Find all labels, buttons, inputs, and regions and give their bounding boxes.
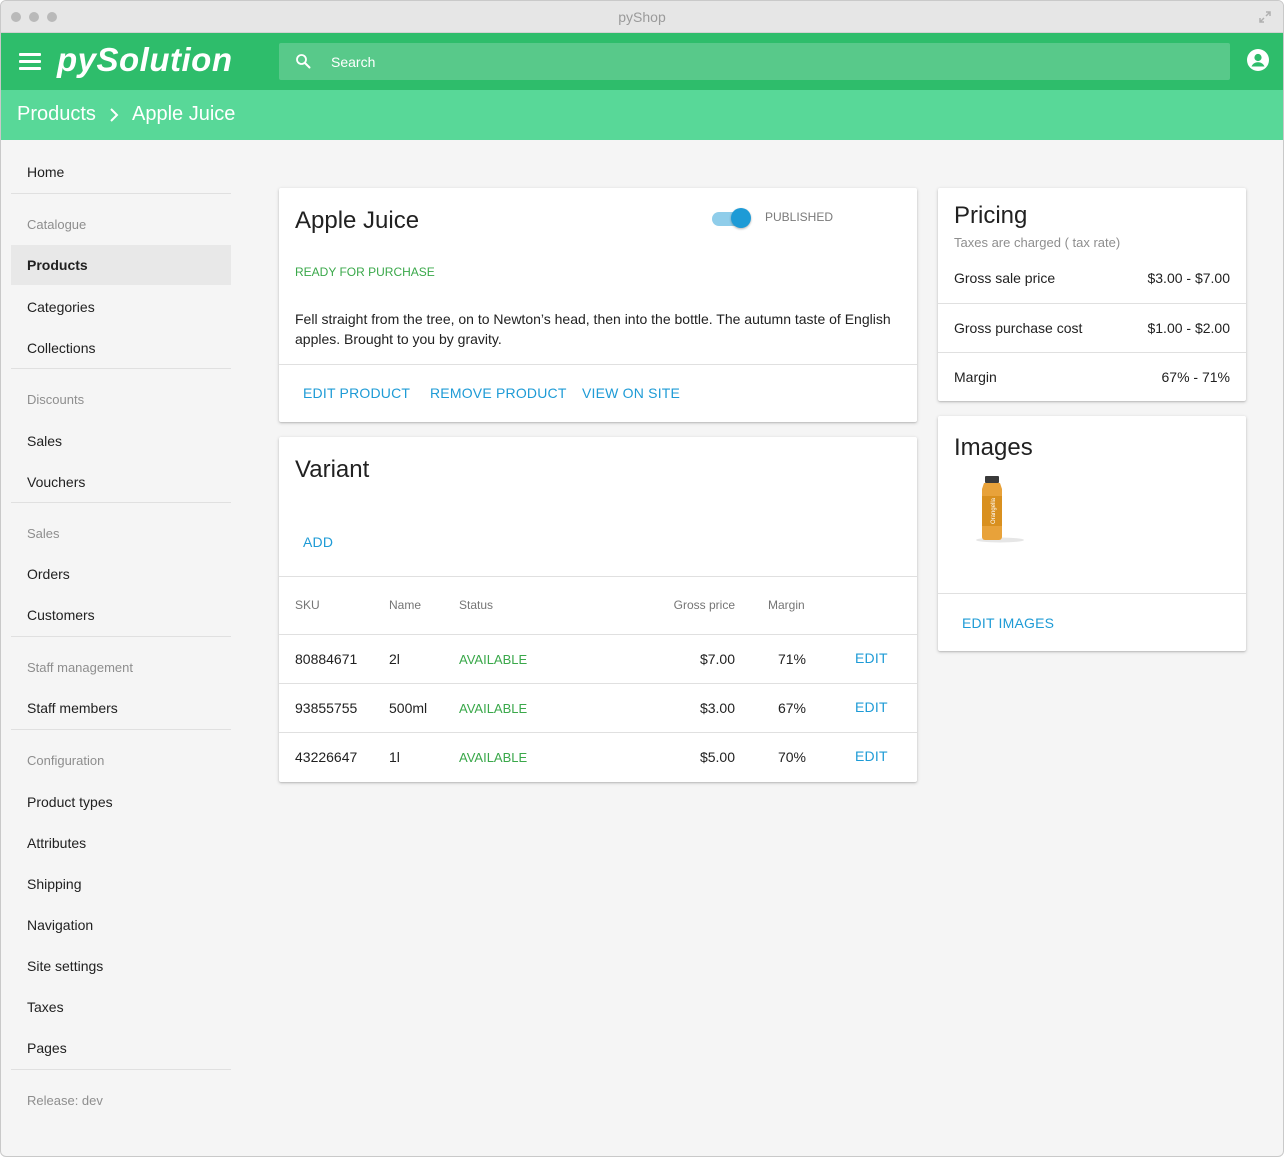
product-description: Fell straight from the tree, on to Newto…: [295, 311, 891, 347]
fullscreen-icon[interactable]: [1259, 11, 1271, 23]
gross-sale-price-value: $3.00 - $7.00: [1147, 270, 1230, 286]
sidebar-item-site-settings[interactable]: Site settings: [11, 946, 231, 986]
column-header-sku: SKU: [295, 598, 320, 612]
variant-gross-price: $7.00: [699, 651, 735, 667]
app-window: pyShop pySolution Products Apple Juice: [0, 0, 1284, 1157]
remove-product-button[interactable]: REMOVE PRODUCT: [430, 385, 567, 401]
pricing-title: Pricing: [954, 202, 1028, 229]
sidebar-item-attributes[interactable]: Attributes: [11, 823, 231, 863]
column-header-margin: Margin: [768, 598, 805, 612]
variant-name: 2l: [389, 651, 400, 667]
edit-images-button[interactable]: EDIT IMAGES: [962, 615, 1054, 631]
app-bar: pySolution: [1, 33, 1283, 90]
variant-margin: 71%: [777, 651, 806, 667]
sidebar-item-home[interactable]: Home: [11, 152, 231, 192]
bottle-label-text: Orangella: [991, 497, 997, 524]
sidebar-item-collections[interactable]: Collections: [11, 328, 231, 368]
breadcrumb: Products Apple Juice: [1, 90, 1283, 140]
chevron-right-icon: [110, 108, 119, 122]
search-icon: [296, 54, 311, 69]
edit-variant-button[interactable]: EDIT: [855, 699, 888, 715]
add-variant-button[interactable]: ADD: [303, 534, 333, 550]
images-title: Images: [954, 434, 1033, 461]
edit-product-button[interactable]: EDIT PRODUCT: [303, 385, 410, 401]
pricing-card: Pricing Taxes are charged ( tax rate) Gr…: [938, 188, 1246, 401]
sidebar-section-staff-management: Staff management: [27, 660, 133, 675]
margin-label: Margin: [954, 369, 997, 385]
sidebar-item-sales[interactable]: Sales: [11, 421, 231, 461]
sidebar-item-pages[interactable]: Pages: [11, 1028, 231, 1068]
variant-status: AVAILABLE: [459, 701, 528, 716]
sidebar-item-products[interactable]: Products: [11, 245, 231, 285]
variant-margin: 67%: [777, 700, 806, 716]
window-title: pyShop: [618, 9, 666, 25]
column-header-gross-price: Gross price: [673, 598, 735, 612]
variant-status: AVAILABLE: [459, 750, 528, 765]
product-image-thumbnail[interactable]: Orangella: [974, 474, 1026, 544]
sidebar-item-customers[interactable]: Customers: [11, 595, 231, 635]
images-card: Images Orangella EDIT IMAGES: [938, 416, 1246, 651]
published-toggle[interactable]: [712, 208, 752, 228]
variant-status: AVAILABLE: [459, 652, 528, 667]
sidebar-item-product-types[interactable]: Product types: [11, 782, 231, 822]
variant-name: 500ml: [389, 700, 428, 716]
variants-title: Variant: [295, 456, 370, 483]
column-header-status: Status: [459, 598, 494, 612]
variant-sku: 43226647: [295, 749, 358, 765]
variants-card: Variant ADD SKU Name Status Gross price …: [279, 437, 917, 782]
pricing-subtitle: Taxes are charged ( tax rate): [954, 235, 1121, 250]
product-name: Apple Juice: [295, 207, 420, 234]
sidebar-item-navigation[interactable]: Navigation: [11, 905, 231, 945]
variant-gross-price: $3.00: [699, 700, 735, 716]
sidebar-section-sales: Sales: [27, 526, 60, 541]
breadcrumb-current: Apple Juice: [132, 103, 236, 125]
gross-sale-price-label: Gross sale price: [954, 270, 1056, 286]
product-card: Apple Juice PUBLISHED READY FOR PURCHASE…: [279, 188, 917, 422]
edit-variant-button[interactable]: EDIT: [855, 748, 888, 764]
breadcrumb-products-link[interactable]: Products: [17, 103, 96, 126]
table-row[interactable]: 43226647 1l AVAILABLE $5.00 70% EDIT: [279, 733, 917, 781]
published-label: PUBLISHED: [765, 210, 834, 224]
gross-purchase-cost-label: Gross purchase cost: [954, 320, 1083, 336]
sidebar-item-staff-members[interactable]: Staff members: [11, 688, 231, 728]
sidebar-item-vouchers[interactable]: Vouchers: [11, 462, 231, 502]
edit-variant-button[interactable]: EDIT: [855, 650, 888, 666]
gross-purchase-cost-value: $1.00 - $2.00: [1147, 320, 1230, 336]
variant-margin: 70%: [777, 749, 806, 765]
availability-status: READY FOR PURCHASE: [295, 265, 435, 279]
search-bar: [279, 43, 1230, 80]
brand-logo[interactable]: pySolution: [57, 41, 232, 79]
sidebar-item-shipping[interactable]: Shipping: [11, 864, 231, 904]
sidebar-section-catalogue: Catalogue: [27, 217, 87, 232]
window-titlebar: pyShop: [1, 1, 1283, 33]
view-on-site-button[interactable]: VIEW ON SITE: [582, 385, 680, 401]
sidebar-item-orders[interactable]: Orders: [11, 554, 231, 594]
table-row[interactable]: 93855755 500ml AVAILABLE $3.00 67% EDIT: [279, 684, 917, 732]
variant-sku: 80884671: [295, 651, 358, 667]
variant-name: 1l: [389, 749, 400, 765]
account-icon[interactable]: [1247, 49, 1269, 71]
release-label: Release: dev: [27, 1093, 103, 1108]
search-input[interactable]: [331, 43, 1211, 80]
variant-gross-price: $5.00: [699, 749, 735, 765]
sidebar-item-taxes[interactable]: Taxes: [11, 987, 231, 1027]
sidebar-item-categories[interactable]: Categories: [11, 287, 231, 327]
sidebar-section-configuration: Configuration: [27, 753, 105, 768]
hamburger-menu-icon[interactable]: [19, 53, 41, 71]
margin-value: 67% - 71%: [1161, 369, 1230, 385]
variant-sku: 93855755: [295, 700, 358, 716]
table-row[interactable]: 80884671 2l AVAILABLE $7.00 71% EDIT: [279, 635, 917, 683]
sidebar-section-discounts: Discounts: [27, 392, 85, 407]
sidebar: Home Catalogue Products Categories Colle…: [1, 140, 241, 1156]
column-header-name: Name: [389, 598, 422, 612]
